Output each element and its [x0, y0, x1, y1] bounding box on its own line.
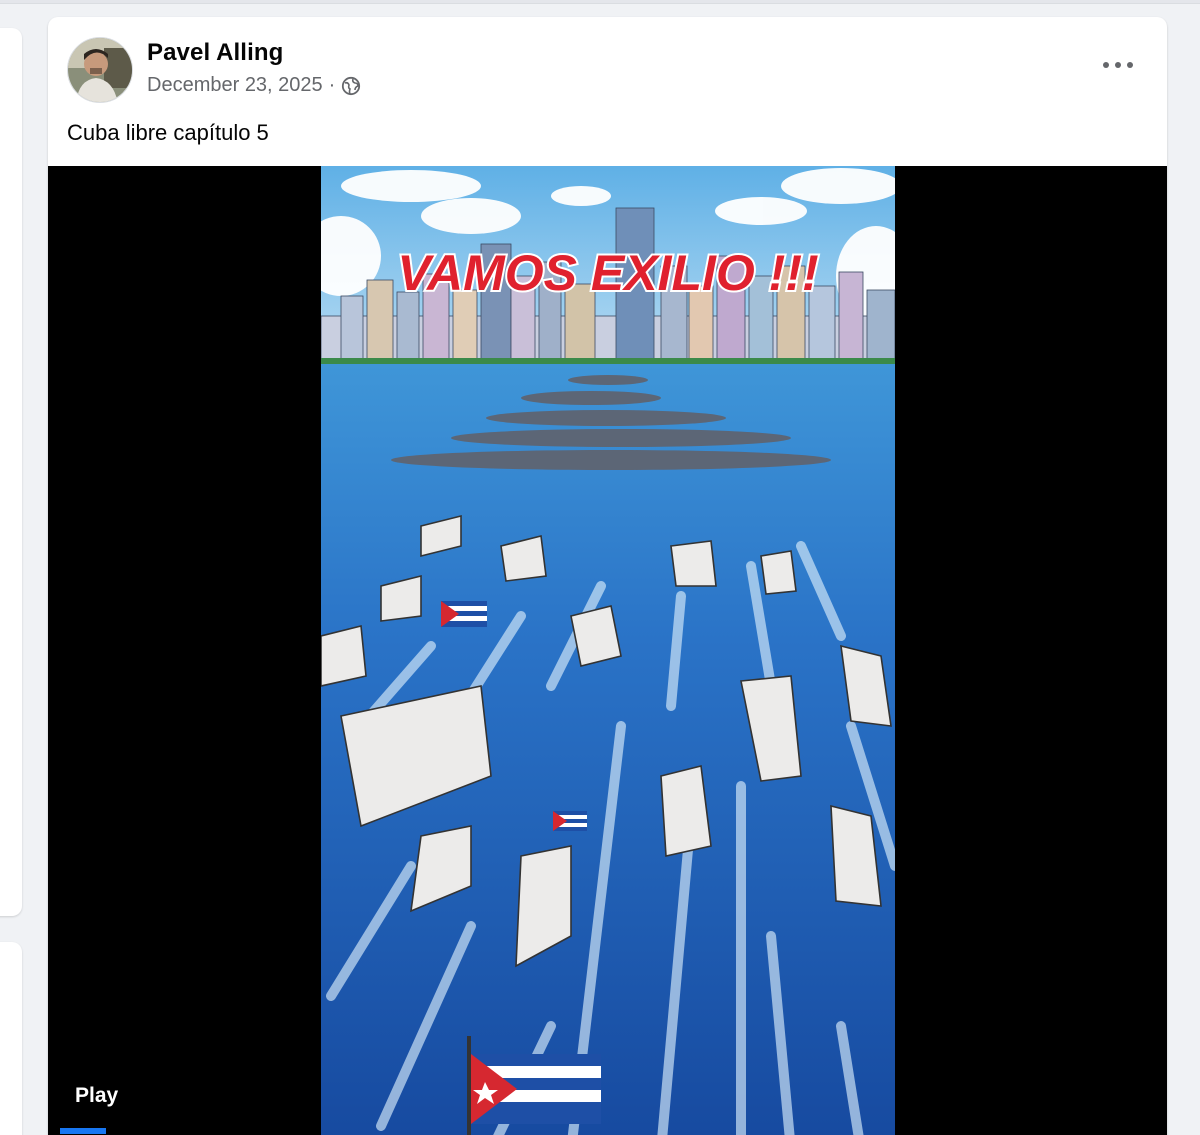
video-thumbnail: VAMOS EXILIO !!! — [321, 166, 895, 1135]
video-frame: VAMOS EXILIO !!! — [321, 166, 895, 1135]
post-author-name[interactable]: Pavel Alling — [147, 39, 283, 67]
post-caption: Cuba libre capítulo 5 — [67, 120, 269, 145]
play-button[interactable]: Play — [75, 1084, 118, 1108]
left-sidebar-card — [0, 942, 22, 1135]
top-divider — [0, 0, 1200, 4]
video-player[interactable]: VAMOS EXILIO !!! Play — [48, 166, 1167, 1135]
post-meta: December 23, 2025 · — [147, 74, 361, 97]
avatar[interactable] — [67, 37, 133, 103]
post-date[interactable]: December 23, 2025 — [147, 74, 323, 97]
feed-post: Pavel Alling December 23, 2025 · Cuba li… — [48, 17, 1167, 1135]
left-sidebar-card — [0, 28, 22, 916]
meta-separator: · — [328, 74, 336, 96]
video-overlay-title: VAMOS EXILIO !!! — [397, 245, 818, 301]
globe-icon[interactable] — [341, 76, 361, 96]
post-header: Pavel Alling December 23, 2025 · — [48, 17, 1167, 117]
more-options-icon[interactable] — [1103, 53, 1133, 77]
video-progress-indicator — [60, 1128, 106, 1134]
